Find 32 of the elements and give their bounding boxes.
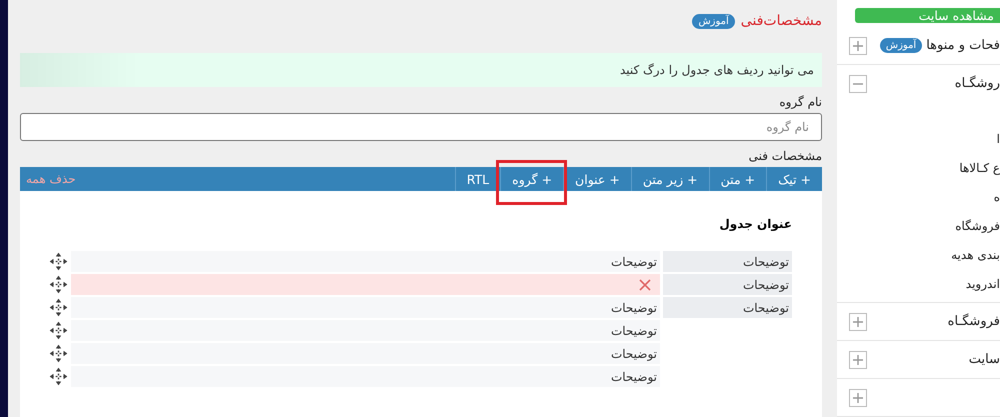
collapse-icon[interactable] bbox=[849, 74, 867, 92]
key-cell: توضیحات bbox=[663, 251, 792, 272]
menu-section-title[interactable]: فروشگـاه bbox=[948, 314, 1000, 329]
expand-icon[interactable] bbox=[849, 312, 867, 330]
value-cell: توضیحات bbox=[71, 251, 660, 272]
key-cell: توضیحات bbox=[663, 274, 792, 295]
close-icon[interactable] bbox=[639, 278, 651, 290]
notice-text: می توانید ردیف های جدول را درگ کنید bbox=[620, 63, 814, 77]
tutorial-badge[interactable]: آموزش bbox=[692, 14, 735, 28]
value-cell: توضیحات bbox=[71, 366, 660, 387]
tutorial-badge[interactable]: آموزش bbox=[880, 38, 922, 53]
menu-item[interactable]: ه bbox=[994, 190, 1000, 204]
value-cell: توضیحات bbox=[71, 320, 660, 341]
group-name-field[interactable]: نام گروه bbox=[20, 113, 822, 141]
section-label: مشخصات فنی bbox=[748, 149, 822, 163]
menu-item[interactable]: اندروید bbox=[966, 276, 1000, 290]
page-title: مشخصات‌فنی bbox=[740, 13, 822, 29]
expand-icon[interactable] bbox=[849, 388, 867, 406]
menu-section-title[interactable]: فحات و منوها bbox=[926, 38, 1000, 53]
menu-item[interactable]: ع کـالاها bbox=[959, 160, 1000, 174]
menu-item[interactable]: ا bbox=[996, 132, 1000, 146]
menu-item[interactable]: فروشگاه bbox=[955, 218, 1000, 232]
expand-icon[interactable] bbox=[849, 36, 867, 54]
expand-icon[interactable] bbox=[849, 350, 867, 368]
menu-section-title[interactable]: سایت bbox=[968, 352, 1000, 367]
menu-item[interactable]: بندی هدیه bbox=[951, 248, 1000, 262]
value-cell: توضیحات bbox=[71, 297, 660, 318]
value-cell: توضیحات bbox=[71, 343, 660, 364]
menu-section-title[interactable]: روشگـاه bbox=[954, 76, 1000, 91]
field-label: نام گروه bbox=[778, 95, 822, 109]
key-cell: توضیحات bbox=[663, 297, 792, 318]
table-title: عنوان جدول bbox=[718, 217, 792, 231]
